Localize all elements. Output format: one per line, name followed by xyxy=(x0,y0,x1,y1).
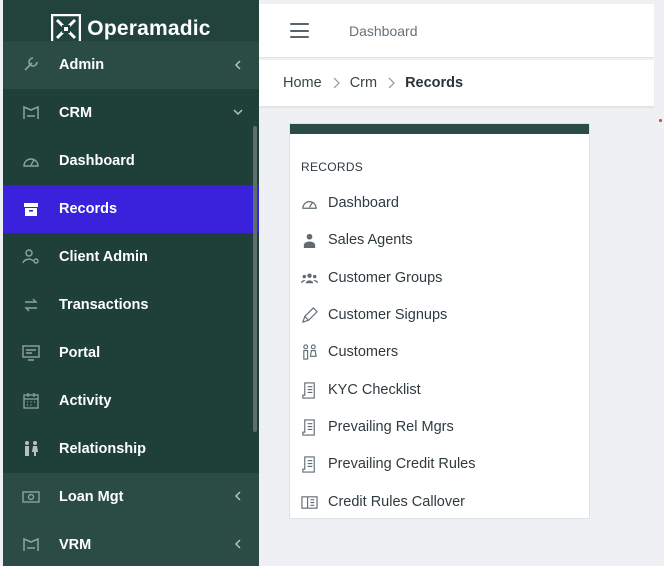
user-gear-icon xyxy=(22,249,39,264)
breadcrumb: Home Crm Records xyxy=(259,60,654,106)
brand-name: Operamadic xyxy=(87,17,211,40)
records-item-label: Sales Agents xyxy=(328,232,413,248)
agent-icon xyxy=(303,233,316,248)
card-header-bar xyxy=(290,124,589,134)
sidebar-item-crm[interactable]: CRM xyxy=(3,89,259,137)
customers-icon xyxy=(303,343,317,360)
sidebar-item-label: Loan Mgt xyxy=(59,489,124,505)
records-item-label: Dashboard xyxy=(328,195,399,211)
sidebar-item-vrm[interactable]: VRM xyxy=(3,521,259,566)
book-icon xyxy=(301,495,318,509)
document-icon xyxy=(302,418,315,436)
sidebar-item-label: Admin xyxy=(59,57,105,73)
records-item-prevailing-credit-rules[interactable]: Prevailing Credit Rules xyxy=(301,452,581,476)
calendar-icon xyxy=(23,393,39,409)
records-item-label: Customer Signups xyxy=(328,307,448,323)
wrench-icon xyxy=(24,57,38,71)
records-item-customer-signups[interactable]: Customer Signups xyxy=(301,303,581,327)
sidebar-item-portal[interactable]: Portal xyxy=(3,329,259,377)
sidebar-item-label: Client Admin xyxy=(59,249,148,265)
group-icon xyxy=(301,272,318,283)
sidebar-item-label: VRM xyxy=(59,537,92,553)
people-icon xyxy=(25,441,38,456)
sidebar-item-relationship[interactable]: Relationship xyxy=(3,425,259,473)
gauge-icon xyxy=(23,158,39,167)
sidebar-item-dashboard[interactable]: Dashboard xyxy=(3,137,259,185)
chevron-down-icon xyxy=(233,109,243,116)
records-item-label: Credit Rules Callover xyxy=(328,494,465,510)
chevron-left-icon xyxy=(234,60,241,70)
document-icon xyxy=(302,381,315,399)
sidebar-item-label: Transactions xyxy=(59,297,149,313)
chevron-left-icon xyxy=(234,539,241,549)
breadcrumb-current: Records xyxy=(405,75,464,91)
records-item-label: Customer Groups xyxy=(328,270,443,286)
records-item-prevailing-rel-mgrs[interactable]: Prevailing Rel Mgrs xyxy=(301,415,581,439)
card-heading: RECORDS xyxy=(301,160,364,174)
records-item-customer-groups[interactable]: Customer Groups xyxy=(301,266,581,290)
sidebar-item-loan-mgt[interactable]: Loan Mgt xyxy=(3,473,259,521)
records-item-sales-agents[interactable]: Sales Agents xyxy=(301,228,581,252)
sidebar-item-admin[interactable]: Admin xyxy=(3,41,259,89)
sidebar-item-activity[interactable]: Activity xyxy=(3,377,259,425)
breadcrumb-home[interactable]: Home xyxy=(283,75,322,91)
portal-icon xyxy=(22,345,40,361)
gauge-icon xyxy=(302,200,317,209)
notification-dot xyxy=(659,119,662,122)
sidebar-item-label: Portal xyxy=(59,345,101,361)
sidebar-item-transactions[interactable]: Transactions xyxy=(3,281,259,329)
chevron-right-icon xyxy=(388,77,395,89)
records-item-credit-rules-callover[interactable]: Credit Rules Callover xyxy=(301,490,581,514)
pen-icon xyxy=(301,306,318,323)
cash-icon xyxy=(22,491,40,503)
hamburger-menu-icon[interactable] xyxy=(290,23,309,38)
logo-icon xyxy=(51,14,82,44)
records-item-label: KYC Checklist xyxy=(328,382,421,398)
records-item-customers[interactable]: Customers xyxy=(301,340,581,364)
records-item-label: Prevailing Rel Mgrs xyxy=(328,419,454,435)
sidebar: Operamadic Admin CRM Dashboard Records C… xyxy=(3,0,259,566)
breadcrumb-crm[interactable]: Crm xyxy=(350,75,377,91)
sidebar-item-label: CRM xyxy=(59,105,93,121)
records-item-kyc-checklist[interactable]: KYC Checklist xyxy=(301,378,581,402)
document-icon xyxy=(302,455,315,473)
vrm-icon xyxy=(23,537,39,551)
sidebar-item-label: Records xyxy=(59,201,118,217)
sidebar-item-label: Activity xyxy=(59,393,112,409)
sidebar-item-label: Dashboard xyxy=(59,153,135,169)
chevron-left-icon xyxy=(234,491,241,501)
records-item-dashboard[interactable]: Dashboard xyxy=(301,191,581,215)
records-item-label: Prevailing Credit Rules xyxy=(328,456,476,472)
crm-icon xyxy=(23,105,39,119)
sidebar-item-label: Relationship xyxy=(59,441,147,457)
records-card: RECORDS Dashboard Sales Agents Customer … xyxy=(289,123,590,519)
sidebar-item-client-admin[interactable]: Client Admin xyxy=(3,233,259,281)
topbar: Dashboard xyxy=(259,4,654,58)
archive-icon xyxy=(24,203,38,216)
sidebar-item-records[interactable]: Records xyxy=(3,185,259,233)
records-item-label: Customers xyxy=(328,344,399,360)
page-title: Dashboard xyxy=(349,23,418,39)
sidebar-scrollbar[interactable] xyxy=(253,126,257,432)
chevron-right-icon xyxy=(333,77,340,89)
arrows-exchange-icon xyxy=(24,298,38,312)
